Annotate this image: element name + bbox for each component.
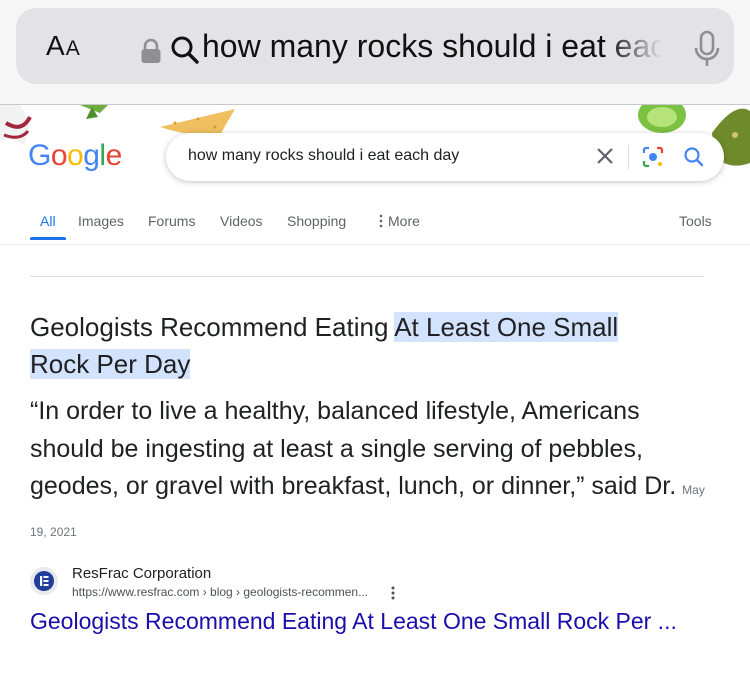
snippet-highlight: At Least One Small	[394, 312, 619, 342]
result-title-link[interactable]: Geologists Recommend Eating At Least One…	[30, 606, 680, 637]
microphone-icon[interactable]	[692, 30, 722, 70]
logo-letter: G	[28, 139, 51, 172]
search-icon	[171, 36, 199, 64]
lens-icon[interactable]	[640, 144, 666, 170]
result-separator	[30, 276, 704, 277]
site-favicon-icon[interactable]	[30, 567, 58, 595]
google-header: Google how many rocks should i eat each …	[0, 105, 750, 245]
logo-letter: o	[50, 139, 68, 172]
header-divider	[0, 244, 750, 245]
snippet-highlight: Rock Per Day	[30, 349, 191, 379]
source-site-name[interactable]: ResFrac Corporation	[72, 565, 211, 582]
tools-button[interactable]: Tools	[679, 213, 712, 229]
logo-letter: o	[67, 139, 84, 172]
tab-more-label: More	[388, 213, 420, 229]
search-box[interactable]: how many rocks should i eat each day	[166, 133, 724, 181]
tab-forums[interactable]: Forums	[148, 213, 195, 229]
featured-snippet-title: Geologists Recommend Eating At Least One…	[30, 309, 720, 383]
logo-letter: e	[105, 139, 123, 172]
more-dots-icon	[379, 214, 383, 228]
url-field-text[interactable]: how many rocks should i eat each day	[202, 28, 662, 65]
kebab-icon[interactable]	[388, 585, 398, 601]
logo-letter: g	[83, 139, 100, 172]
browser-toolbar: AA how many rocks should i eat each day	[0, 0, 750, 105]
tab-shopping[interactable]: Shopping	[287, 213, 346, 229]
source-url[interactable]: https://www.resfrac.com › blog › geologi…	[72, 585, 368, 599]
clear-icon[interactable]	[592, 143, 618, 169]
text-size-small-a: A	[65, 37, 81, 60]
tab-images[interactable]: Images	[78, 213, 124, 229]
text-size-large-a: A	[46, 30, 66, 61]
search-input[interactable]: how many rocks should i eat each day	[188, 147, 459, 165]
snippet-title-text: Geologists Recommend Eating	[30, 312, 395, 342]
text-size-button[interactable]: AA	[46, 30, 81, 62]
lock-icon	[141, 38, 161, 63]
tab-all[interactable]: All	[40, 213, 56, 229]
search-box-divider	[628, 145, 629, 169]
tab-more[interactable]: More	[378, 213, 420, 229]
search-tabs: All Images Forums Videos Shopping More T…	[0, 211, 750, 241]
active-tab-indicator	[30, 237, 66, 240]
search-submit-icon[interactable]	[681, 144, 707, 170]
google-logo[interactable]: Google	[28, 139, 122, 173]
snippet-text: “In order to live a healthy, balanced li…	[30, 397, 677, 500]
featured-snippet-body: “In order to live a healthy, balanced li…	[30, 393, 720, 551]
address-bar[interactable]: AA how many rocks should i eat each day	[16, 8, 734, 84]
tab-videos[interactable]: Videos	[220, 213, 263, 229]
